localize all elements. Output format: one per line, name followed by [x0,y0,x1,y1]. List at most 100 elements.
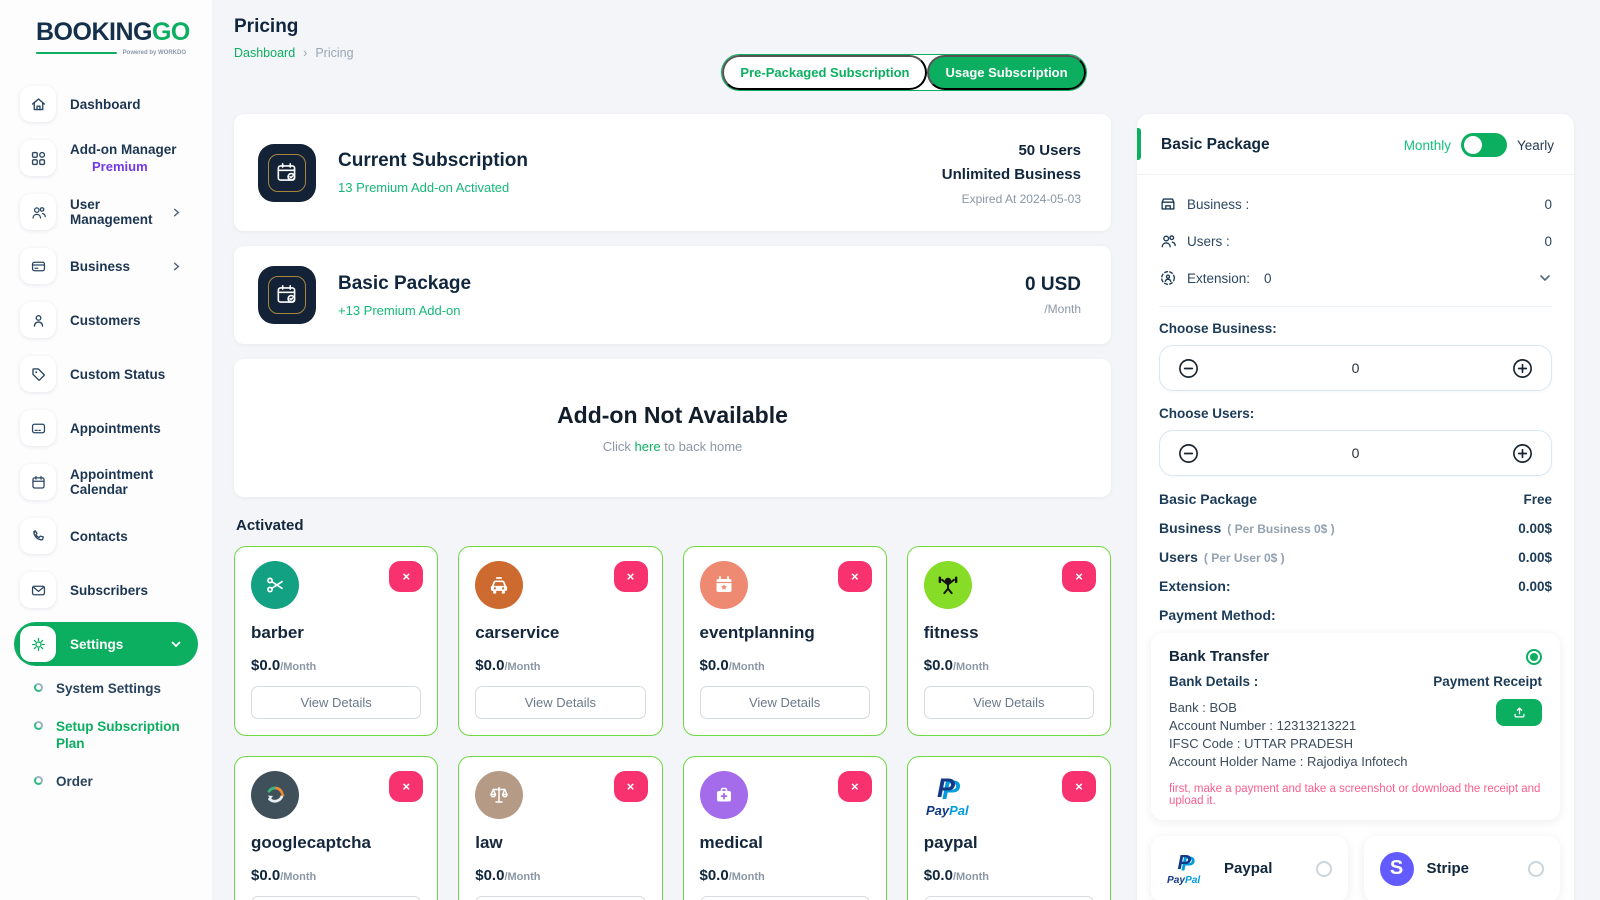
subscription-tabs: Pre-Packaged Subscription Usage Subscrip… [721,54,1086,91]
sidebar-item-appointments[interactable]: Appointments [14,406,198,450]
view-details-button[interactable]: View Details [251,896,421,900]
minus-icon[interactable] [1177,357,1200,380]
bank-details-label: Bank Details : [1169,674,1432,689]
addon-price: $0.0 [924,867,953,884]
page-head: Pricing Dashboard › Pricing [234,16,354,60]
addon-not-available-title: Add-on Not Available [557,402,788,429]
sidebar-item-appointment-calendar[interactable]: Appointment Calendar [14,460,198,504]
current-subscription-users: 50 Users [942,139,1081,162]
paypal-radio[interactable] [1316,861,1332,877]
plan-panel: Basic Package Monthly Yearly Business : … [1137,114,1574,900]
sidebar-item-dashboard[interactable]: Dashboard [14,82,198,126]
sidebar-item-settings[interactable]: Settings [14,622,198,666]
tab-prepackaged-subscription[interactable]: Pre-Packaged Subscription [722,55,927,90]
billing-monthly-label[interactable]: Monthly [1404,138,1451,153]
bank-transfer-header: Bank Transfer [1169,648,1542,665]
carservice-icon [475,561,523,609]
back-home-link[interactable]: here [635,439,661,454]
sidebar-item-customers[interactable]: Customers [14,298,198,342]
bank-line: Account Holder Name : Rajodiya Infotech [1169,753,1432,771]
business-quantity-value: 0 [1200,360,1511,376]
counter-label: Business : [1187,197,1249,212]
close-icon[interactable]: × [614,561,648,592]
subnav-item-order[interactable]: Order [34,773,198,791]
summary-row-basic-package: Basic Package Free [1159,491,1552,507]
view-details-button[interactable]: View Details [475,896,645,900]
sidebar: BOOKINGGO Powered by WORKDO Dashboard Ad… [0,0,212,900]
plus-icon[interactable] [1511,357,1534,380]
summary-row-extension: Extension: 0.00$ [1159,578,1552,594]
sidebar-item-business[interactable]: Business [14,244,198,288]
addon-per: /Month [953,871,989,883]
counter-row-users: Users : 0 [1159,232,1552,250]
view-details-button[interactable]: View Details [924,686,1094,719]
bank-line: IFSC Code : UTTAR PRADESH [1169,735,1432,753]
subnav-item-setup-subscription-plan[interactable]: Setup Subscription Plan [34,718,198,753]
summary-note: ( Per Business 0$ ) [1227,522,1334,536]
summary-note: ( Per User 0$ ) [1204,551,1285,565]
gateway-options: P P PayPal Paypal S Stripe [1151,836,1560,900]
close-icon[interactable]: × [389,771,423,802]
minus-icon[interactable] [1177,442,1200,465]
activated-addon-grid: × barber $0.0/Month View Details × carse… [234,546,1111,900]
topbar: Pricing Dashboard › Pricing Pre-Packaged… [234,14,1574,86]
breadcrumb-current: Pricing [315,46,353,60]
close-icon[interactable]: × [1062,771,1096,802]
counter-row-extension[interactable]: Extension: 0 [1159,269,1552,287]
addon-card-googlecaptcha: × googlecaptcha $0.0/Month View Details [234,756,438,900]
premium-badge: Premium [70,159,177,174]
subscription-calendar-icon-inner [268,276,306,314]
current-subscription-expired: Expired At 2024-05-03 [942,192,1081,206]
counter-row-business: Business : 0 [1159,195,1552,213]
bank-line: Account Number : 12313213221 [1169,717,1432,735]
sidebar-item-user-management[interactable]: User Management [14,190,198,234]
gateway-paypal[interactable]: P P PayPal Paypal [1151,836,1348,900]
view-details-button[interactable]: View Details [475,686,645,719]
addon-card-law: × law $0.0/Month View Details [458,756,662,900]
sidebar-item-custom-status[interactable]: Custom Status [14,352,198,396]
close-icon[interactable]: × [838,561,872,592]
stripe-radio[interactable] [1528,861,1544,877]
addon-price: $0.0 [251,867,280,884]
brand-logo[interactable]: BOOKINGGO Powered by WORKDO [14,18,198,56]
view-details-button[interactable]: View Details [700,686,870,719]
bank-transfer-radio[interactable] [1526,649,1542,665]
users-icon [1159,232,1177,250]
current-subscription-subtitle: 13 Premium Add-on Activated [338,180,528,195]
bullet-icon [34,776,43,785]
tab-usage-subscription[interactable]: Usage Subscription [927,55,1085,90]
sidebar-item-addon-manager[interactable]: Add-on Manager Premium [14,136,198,180]
addon-per: /Month [280,661,316,673]
chevron-right-icon [171,207,182,218]
view-details-button[interactable]: View Details [251,686,421,719]
sidebar-item-subscribers[interactable]: Subscribers [14,568,198,612]
counter-value: 0 [1264,271,1272,286]
gateway-stripe[interactable]: S Stripe [1364,836,1561,900]
close-icon[interactable]: × [389,561,423,592]
chevron-down-icon[interactable] [1538,271,1552,285]
basic-package-title: Basic Package [338,273,471,295]
close-icon[interactable]: × [838,771,872,802]
current-subscription-business: Unlimited Business [942,163,1081,186]
billing-toggle[interactable] [1461,133,1507,157]
plus-icon[interactable] [1511,442,1534,465]
addon-name: carservice [475,623,645,643]
sidebar-item-contacts[interactable]: Contacts [14,514,198,558]
payment-method-label: Payment Method: [1159,607,1552,623]
business-quantity-stepper: 0 [1159,345,1552,391]
close-icon[interactable]: × [614,771,648,802]
breadcrumb-dashboard-link[interactable]: Dashboard [234,46,295,60]
plan-panel-body: Business : 0 Users : 0 Extension: 0 [1137,175,1574,900]
summary-value: 0.00$ [1518,579,1552,594]
view-details-button[interactable]: View Details [924,896,1094,900]
close-icon[interactable]: × [1062,561,1096,592]
sidebar-item-label: Settings [70,637,123,652]
addon-price: $0.0 [475,657,504,674]
upload-receipt-button[interactable] [1496,699,1542,726]
billing-yearly-label[interactable]: Yearly [1517,138,1554,153]
calendar-icon [20,464,56,500]
summary-value: 0.00$ [1518,550,1552,565]
summary-label: Business [1159,520,1221,536]
view-details-button[interactable]: View Details [700,896,870,900]
subnav-item-system-settings[interactable]: System Settings [34,680,198,698]
